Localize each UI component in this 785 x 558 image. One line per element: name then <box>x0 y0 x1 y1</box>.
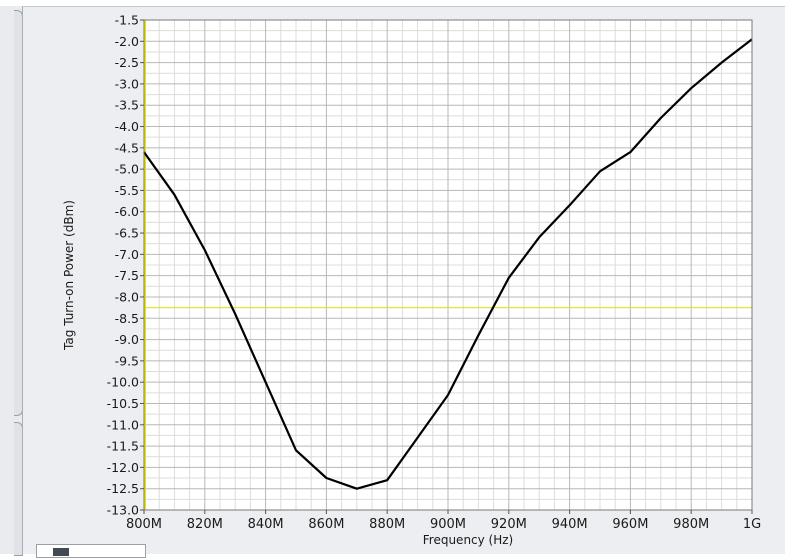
y-tick-label: -4.0 <box>115 119 139 134</box>
y-tick-label: -6.5 <box>115 226 139 241</box>
x-tick-label: 800M <box>126 517 162 532</box>
x-tick-label: 960M <box>612 517 648 532</box>
y-tick-label: -6.0 <box>115 204 139 219</box>
chart-svg: -1.5 -2.0 -2.5 -3.0 -3.5 -4.0 -4.5 -5.0 -5.5 -6.0… <box>62 13 761 548</box>
y-tick-label: -1.5 <box>115 13 139 28</box>
y-tick-label: -12.5 <box>107 481 139 496</box>
y-tick-label: -3.5 <box>115 98 139 113</box>
x-tick-label: 880M <box>369 517 405 532</box>
y-tick-label: -8.5 <box>115 311 139 326</box>
x-tick-label: 980M <box>673 517 709 532</box>
y-axis-title: Tag Turn-on Power (dBm) <box>62 200 76 351</box>
x-tick-label: 820M <box>187 517 223 532</box>
y-tick-label: -5.5 <box>115 183 139 198</box>
waveform-graph: -1.5 -2.0 -2.5 -3.0 -3.5 -4.0 -4.5 -5.0 -5.5 -6.0… <box>22 6 785 554</box>
plot-legend-stub[interactable] <box>36 544 146 558</box>
y-tick-label: -3.0 <box>115 76 139 91</box>
y-tick-label: -10.0 <box>107 375 139 390</box>
y-tick-label: -2.0 <box>115 34 139 49</box>
x-tick-label: 840M <box>248 517 284 532</box>
x-axis-title: Frequency (Hz) <box>423 533 514 547</box>
y-tick-label: -4.5 <box>115 140 139 155</box>
y-tick-label: -5.0 <box>115 162 139 177</box>
x-tick-label: 860M <box>308 517 344 532</box>
y-tick-label: -2.5 <box>115 55 139 70</box>
x-axis-ticks: 800M 820M 840M 860M 880M 900M 920M 940M 960M 980M… <box>126 510 761 532</box>
y-tick-label: -7.0 <box>115 247 139 262</box>
y-tick-label: -13.0 <box>107 503 139 518</box>
y-axis-ticks: -1.5 -2.0 -2.5 -3.0 -3.5 -4.0 -4.5 -5.0 -5.5 -6.0… <box>107 13 144 518</box>
x-tick-label: 1G <box>743 517 761 532</box>
y-tick-label: -9.0 <box>115 332 139 347</box>
x-tick-label: 940M <box>552 517 588 532</box>
y-tick-label: -10.5 <box>107 396 139 411</box>
y-tick-label: -11.5 <box>107 439 139 454</box>
y-tick-label: -11.0 <box>107 417 139 432</box>
x-tick-label: 900M <box>430 517 466 532</box>
y-tick-label: -7.5 <box>115 268 139 283</box>
y-tick-label: -9.5 <box>115 353 139 368</box>
y-tick-label: -8.0 <box>115 289 139 304</box>
x-tick-label: 920M <box>491 517 527 532</box>
legend-swatch-icon <box>53 548 69 556</box>
y-tick-label: -12.0 <box>107 460 139 475</box>
